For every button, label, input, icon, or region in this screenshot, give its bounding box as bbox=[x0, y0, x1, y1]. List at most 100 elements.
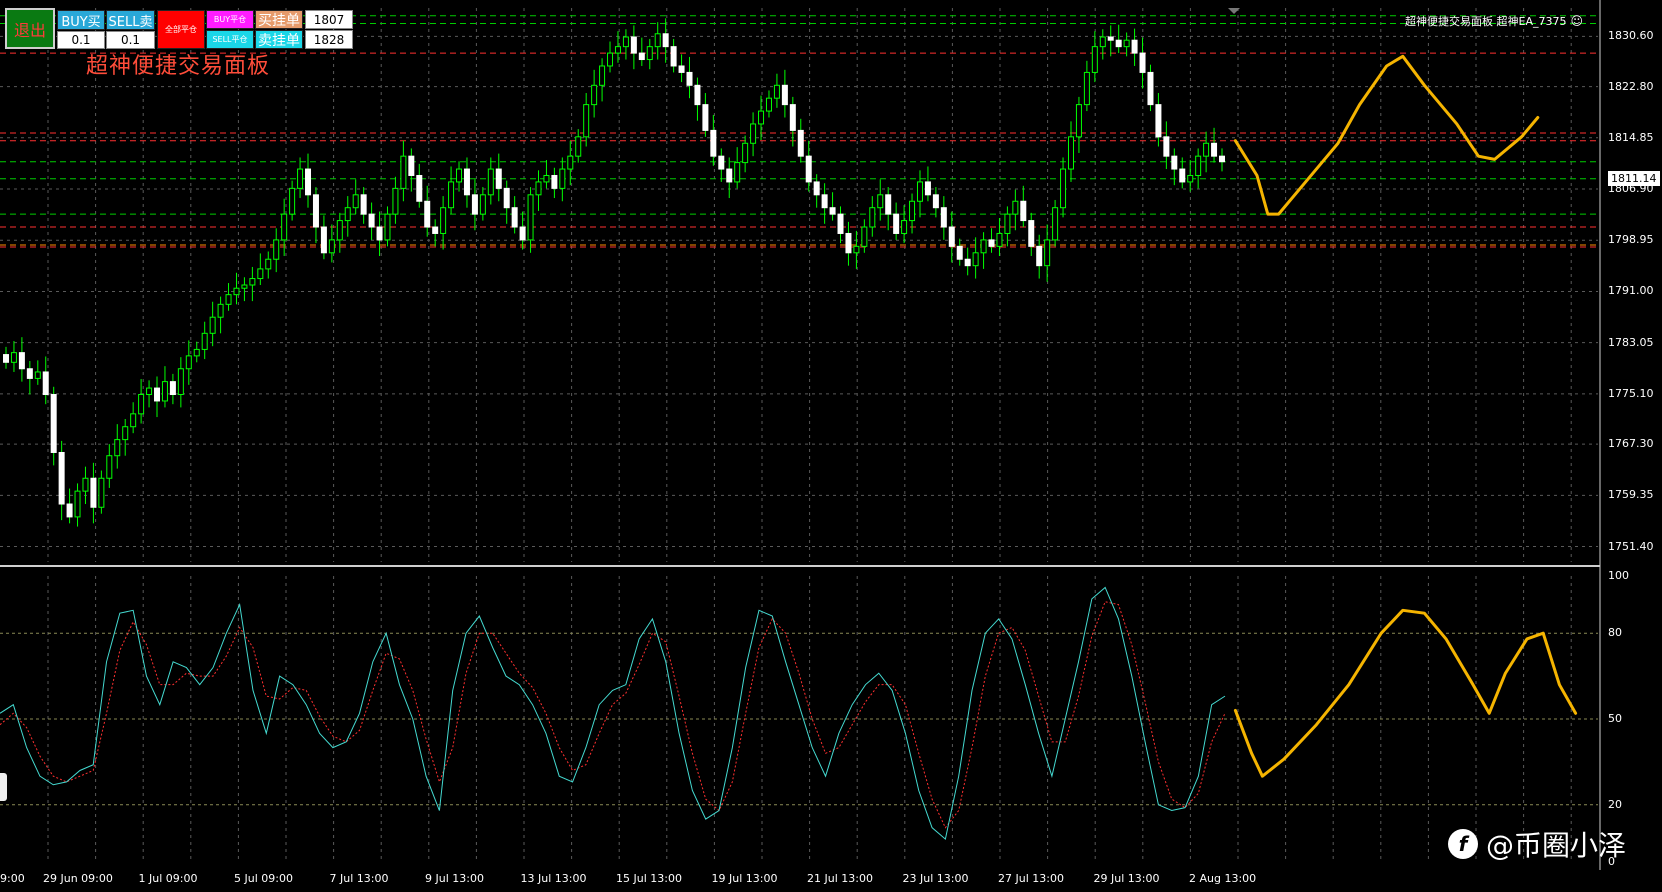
candle-body bbox=[352, 194, 359, 209]
time-tick-label: 15 Jul 13:00 bbox=[616, 872, 682, 885]
oscillator-tick-label: 20 bbox=[1608, 797, 1622, 811]
candle-body bbox=[463, 168, 470, 196]
candle-body bbox=[670, 46, 677, 67]
candle-body bbox=[1163, 136, 1170, 157]
time-tick-label: 9 Jul 13:00 bbox=[425, 872, 484, 885]
candle-body bbox=[10, 352, 17, 363]
time-tick-label: 23 Jul 13:00 bbox=[902, 872, 969, 885]
candle-body bbox=[320, 226, 327, 254]
watermark-text: @币圈小泽 bbox=[1486, 829, 1627, 862]
candle-body bbox=[209, 316, 216, 334]
candle-body bbox=[1195, 155, 1202, 176]
candle-body bbox=[1028, 220, 1035, 247]
buy-button[interactable]: BUY买 bbox=[57, 10, 105, 30]
candle-body bbox=[130, 413, 137, 428]
sell-close-button[interactable]: SELL平仓 bbox=[206, 30, 254, 49]
candle-body bbox=[98, 477, 105, 508]
candle-body bbox=[1036, 245, 1043, 267]
candle-body bbox=[940, 207, 947, 228]
candle-body bbox=[1115, 39, 1122, 48]
price-tick-label: 1767.30 bbox=[1608, 437, 1654, 451]
close-all-button[interactable]: 全部平仓 bbox=[157, 10, 205, 49]
price-tick-label: 1814.85 bbox=[1608, 130, 1654, 144]
candle-body bbox=[487, 168, 494, 196]
candle-body bbox=[511, 207, 518, 228]
candle-body bbox=[257, 268, 264, 280]
time-tick-label: 7 Jul 13:00 bbox=[329, 872, 389, 885]
candle-body bbox=[583, 104, 590, 138]
candle-body bbox=[106, 455, 113, 479]
candle-body bbox=[1155, 104, 1162, 138]
candle-body bbox=[861, 226, 868, 247]
oscillator-tick-label: 50 bbox=[1608, 712, 1622, 725]
price-tick-label: 1759.35 bbox=[1608, 488, 1654, 502]
sell-button[interactable]: SELL卖 bbox=[106, 10, 155, 30]
candle-body bbox=[813, 181, 820, 196]
candle-body bbox=[336, 220, 343, 241]
candle-body bbox=[161, 381, 168, 402]
oscillator-tick-label: 100 bbox=[1608, 569, 1629, 582]
candle-body bbox=[773, 84, 780, 99]
candle-body bbox=[154, 387, 161, 402]
time-tick-label: 9:00 bbox=[0, 872, 25, 885]
candle-body bbox=[1179, 168, 1186, 183]
candle-body bbox=[384, 213, 391, 241]
candle-body bbox=[1083, 71, 1090, 106]
candle-body bbox=[924, 181, 931, 196]
buy-pending-price-input[interactable] bbox=[305, 10, 353, 29]
candle-body bbox=[1012, 200, 1019, 215]
candle-body bbox=[26, 368, 33, 379]
candle-body bbox=[726, 168, 733, 183]
exit-button[interactable]: 退出 bbox=[5, 8, 55, 49]
candle-body bbox=[265, 258, 272, 270]
smiley-icon: ☺ bbox=[1570, 14, 1583, 28]
candle-body bbox=[789, 104, 796, 131]
candle-body bbox=[821, 194, 828, 209]
sell-pending-button[interactable]: 卖挂单 bbox=[255, 30, 303, 49]
time-tick-label: 21 Jul 13:00 bbox=[807, 872, 873, 885]
trading-chart[interactable] bbox=[0, 0, 1662, 892]
sell-pending-price-input[interactable] bbox=[305, 30, 353, 49]
candle-body bbox=[948, 226, 955, 247]
candle-body bbox=[273, 239, 280, 260]
candle-body bbox=[638, 52, 645, 61]
candle-body bbox=[519, 226, 526, 241]
candle-body bbox=[734, 162, 741, 183]
candle-body bbox=[312, 194, 319, 228]
price-tick-label: 1830.60 bbox=[1608, 29, 1654, 43]
left-edge-handle-icon[interactable] bbox=[0, 773, 7, 801]
candle-body bbox=[34, 371, 41, 379]
candle-body bbox=[201, 332, 208, 350]
candle-body bbox=[114, 439, 121, 457]
candle-body bbox=[591, 84, 598, 106]
candle-body bbox=[90, 477, 97, 508]
candle-body bbox=[400, 155, 407, 189]
candle-body bbox=[344, 207, 351, 222]
candle-body bbox=[909, 200, 916, 222]
candle-body bbox=[662, 33, 669, 48]
candle-body bbox=[1004, 213, 1011, 234]
time-tick-label: 2 Aug 13:00 bbox=[1189, 872, 1257, 885]
candle-body bbox=[614, 46, 621, 54]
candle-body bbox=[964, 258, 971, 267]
price-tick-label: 1791.00 bbox=[1608, 284, 1654, 298]
oscillator-tick-label: 80 bbox=[1608, 626, 1622, 640]
candle-body bbox=[543, 174, 550, 183]
candle-body bbox=[58, 451, 65, 505]
buy-close-button[interactable]: BUY平仓 bbox=[206, 10, 254, 29]
candle-body bbox=[607, 52, 614, 67]
candle-body bbox=[1187, 174, 1194, 183]
candle-body bbox=[1123, 39, 1130, 48]
buy-lot-input[interactable] bbox=[57, 31, 105, 49]
candle-body bbox=[901, 220, 908, 234]
price-tick-label: 1798.95 bbox=[1608, 233, 1654, 247]
candle-body bbox=[82, 477, 89, 492]
candle-body bbox=[845, 232, 852, 254]
sell-lot-input[interactable] bbox=[106, 31, 155, 49]
candle-body bbox=[138, 394, 145, 415]
candle-body bbox=[1147, 71, 1154, 106]
candle-body bbox=[893, 213, 900, 234]
buy-pending-button[interactable]: 买挂单 bbox=[255, 10, 303, 29]
candle-body bbox=[249, 278, 256, 286]
candle-body bbox=[686, 71, 693, 86]
